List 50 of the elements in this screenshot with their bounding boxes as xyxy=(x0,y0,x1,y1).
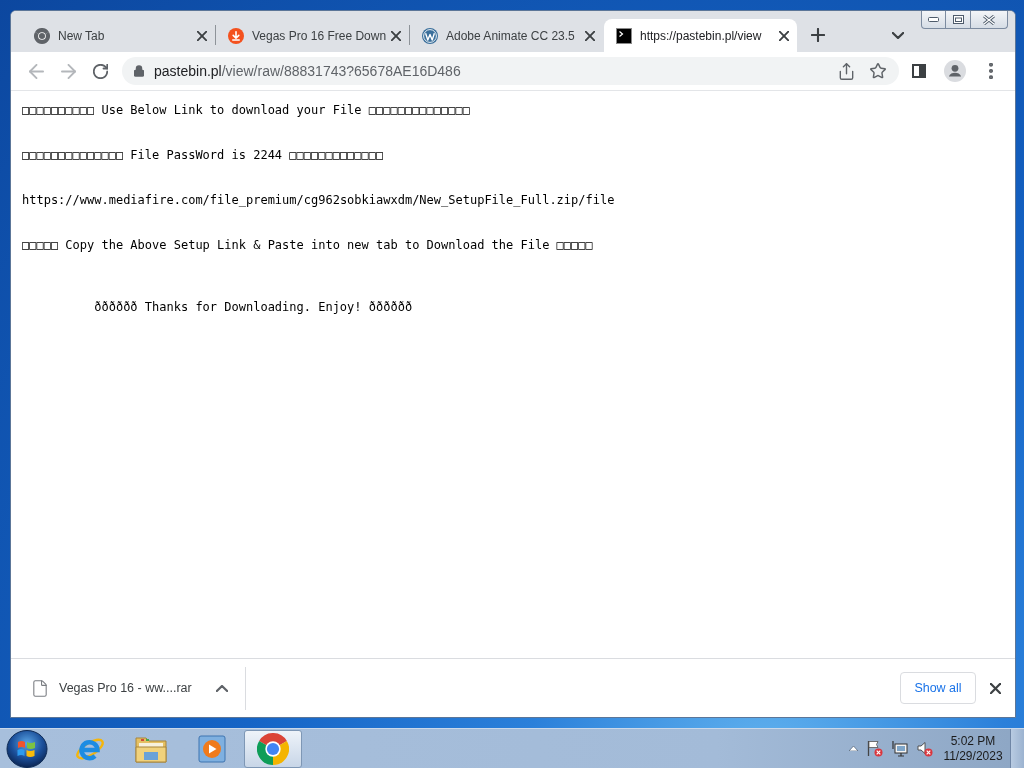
speaker-icon[interactable] xyxy=(917,740,933,757)
url-text: pastebin.pl/view/raw/88831743?65678AE16D486 xyxy=(154,63,462,79)
download-icon xyxy=(228,27,244,44)
share-icon[interactable] xyxy=(838,62,854,80)
maximize-icon xyxy=(952,15,964,24)
chevron-up-icon[interactable] xyxy=(215,684,228,692)
window-close-button[interactable] xyxy=(970,11,1008,29)
star-icon[interactable] xyxy=(870,63,886,79)
flag-icon[interactable] xyxy=(867,740,883,757)
minimize-icon xyxy=(928,17,939,22)
plus-icon[interactable] xyxy=(811,28,825,42)
w-logo-icon xyxy=(422,27,438,44)
folder-icon xyxy=(135,734,167,763)
address-bar[interactable]: pastebin.pl/view/raw/88831743?65678AE16D486 xyxy=(122,57,899,85)
close-icon[interactable] xyxy=(391,30,401,41)
clock-date: 11/29/2023 xyxy=(943,748,1003,764)
close-icon xyxy=(983,14,995,25)
start-orb-icon[interactable] xyxy=(6,729,48,768)
close-icon[interactable] xyxy=(585,30,595,41)
profile-icon[interactable] xyxy=(944,60,966,82)
show-all-button[interactable]: Show all xyxy=(900,672,976,704)
clock-time: 5:02 PM xyxy=(950,733,996,749)
caret-up-icon[interactable] xyxy=(849,746,858,751)
browser-tab[interactable]: Vegas Pro 16 Free Down xyxy=(216,19,409,52)
minimize-button[interactable] xyxy=(921,11,946,29)
play-icon xyxy=(198,734,226,763)
menu-icon[interactable] xyxy=(989,63,993,79)
text-line: https://www.mediafire.com/file_premium/cg962sobkiawxdm/New_SetupFile_Full.zip/file xyxy=(22,193,615,208)
text-line: □□□□□□□□□□□□□□ File PassWord is 2244 □□□□□□□□□□□□□ xyxy=(22,148,384,163)
side-panel-icon[interactable] xyxy=(912,64,926,78)
close-icon[interactable] xyxy=(779,30,789,41)
download-file-name[interactable]: Vegas Pro 16 - ww....rar xyxy=(59,681,192,695)
network-icon[interactable] xyxy=(892,740,908,757)
browser-tab[interactable]: New Tab xyxy=(22,19,215,52)
maximize-button[interactable] xyxy=(945,11,971,29)
browser-logo-icon[interactable] xyxy=(257,732,289,765)
browser-logo-icon xyxy=(34,27,50,44)
browser-tab[interactable]: https://pastebin.pl/view xyxy=(604,19,797,52)
close-icon[interactable] xyxy=(197,30,207,41)
lock-icon[interactable] xyxy=(134,65,144,77)
text-line: □□□□□ Copy the Above Setup Link & Paste into new tab to Download the File □□□□□ xyxy=(22,238,593,253)
close-icon[interactable] xyxy=(989,682,1001,694)
text-line: ðððððð Thanks for Downloading. Enjoy! ðððððð xyxy=(94,300,413,315)
text-line: □□□□□□□□□□ Use Below Link to download your File □□□□□□□□□□□□□□ xyxy=(22,103,470,118)
terminal-icon xyxy=(616,27,632,44)
taskbar-button[interactable] xyxy=(244,729,302,768)
chevron-down-icon[interactable] xyxy=(892,31,904,39)
file-icon xyxy=(33,679,47,697)
browser-tab[interactable]: Adobe Animate CC 23.5 xyxy=(410,19,603,52)
reload-icon[interactable] xyxy=(92,63,108,79)
